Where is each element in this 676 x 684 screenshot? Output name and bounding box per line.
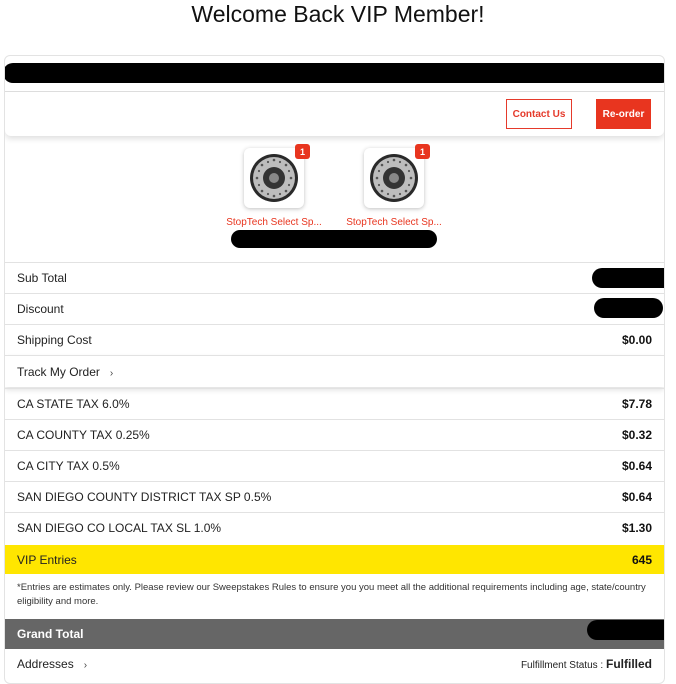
redacted-order-header <box>5 63 664 83</box>
product-name[interactable]: StopTech Select Sp... <box>214 217 334 228</box>
brake-rotor-icon <box>370 154 418 202</box>
tax-label: CA STATE TAX 6.0% <box>17 397 130 411</box>
redacted-product-info <box>231 230 437 248</box>
order-card: Contact Us Re-order 1 StopTech Select Sp… <box>4 55 665 684</box>
tax-label: CA COUNTY TAX 0.25% <box>17 428 150 442</box>
subtotal-row: Sub Total <box>5 262 664 293</box>
subtotal-label: Sub Total <box>17 271 67 285</box>
quantity-badge: 1 <box>295 144 310 159</box>
shipping-value: $0.00 <box>621 333 652 347</box>
tax-value: $7.78 <box>621 397 652 411</box>
brake-rotor-image: 1 <box>364 144 430 208</box>
grand-total-row: Grand Total <box>5 619 664 649</box>
track-order-link[interactable]: Track My Order › <box>5 365 113 379</box>
grand-total-label: Grand Total <box>17 627 84 641</box>
tax-row: CA STATE TAX 6.0% $7.78 <box>5 388 664 419</box>
shipping-label: Shipping Cost <box>17 333 92 347</box>
product-item[interactable]: 1 StopTech Select Sp... <box>334 144 454 228</box>
contact-us-button[interactable]: Contact Us <box>506 99 572 129</box>
fulfillment-status: Fulfillment Status : Fulfilled <box>521 657 664 671</box>
tax-row: SAN DIEGO COUNTY DISTRICT TAX SP 0.5% $0… <box>5 481 664 512</box>
discount-row: Discount <box>5 293 664 324</box>
reorder-button[interactable]: Re-order <box>596 99 651 129</box>
fulfillment-status-label: Fulfillment Status : <box>520 660 604 671</box>
sweepstakes-disclaimer: *Entries are estimates only. Please revi… <box>17 582 646 607</box>
tax-row: CA COUNTY TAX 0.25% $0.32 <box>5 419 664 450</box>
redacted-discount <box>594 298 663 318</box>
shipping-row: Shipping Cost $0.00 <box>5 324 664 355</box>
tax-label: CA CITY TAX 0.5% <box>17 459 120 473</box>
page-title: Welcome Back VIP Member! <box>191 1 485 27</box>
product-item[interactable]: 1 StopTech Select Sp... <box>214 144 334 228</box>
chevron-right-icon: › <box>83 660 88 671</box>
tax-value: $0.64 <box>621 490 652 504</box>
tax-value: $0.32 <box>621 428 652 442</box>
brake-rotor-icon <box>250 154 298 202</box>
vip-entries-row: VIP Entries 645 <box>5 545 664 574</box>
redacted-grand-total <box>587 620 664 640</box>
tax-label: SAN DIEGO CO LOCAL TAX SL 1.0% <box>17 521 222 535</box>
fulfillment-status-value: Fulfilled <box>606 657 652 671</box>
product-name[interactable]: StopTech Select Sp... <box>334 217 454 228</box>
redacted-subtotal <box>592 268 664 288</box>
addresses-link[interactable]: Addresses › <box>5 657 87 671</box>
tax-label: SAN DIEGO COUNTY DISTRICT TAX SP 0.5% <box>17 490 272 504</box>
addresses-label: Addresses <box>17 657 74 671</box>
tax-value: $1.30 <box>621 521 652 535</box>
discount-label: Discount <box>17 302 64 316</box>
quantity-badge: 1 <box>415 144 430 159</box>
tax-row: CA CITY TAX 0.5% $0.64 <box>5 450 664 481</box>
order-footer: Addresses › Fulfillment Status : Fulfille… <box>5 652 664 676</box>
tax-row: SAN DIEGO CO LOCAL TAX SL 1.0% $1.30 <box>5 512 664 543</box>
vip-entries-label: VIP Entries <box>17 552 77 567</box>
tax-value: $0.64 <box>621 459 652 473</box>
chevron-right-icon: › <box>109 367 114 379</box>
brake-rotor-image: 1 <box>244 144 310 208</box>
track-order-label: Track My Order <box>17 364 100 379</box>
header-divider <box>5 91 664 92</box>
track-order-row[interactable]: Track My Order › <box>5 355 664 387</box>
vip-entries-value: 645 <box>631 552 652 567</box>
